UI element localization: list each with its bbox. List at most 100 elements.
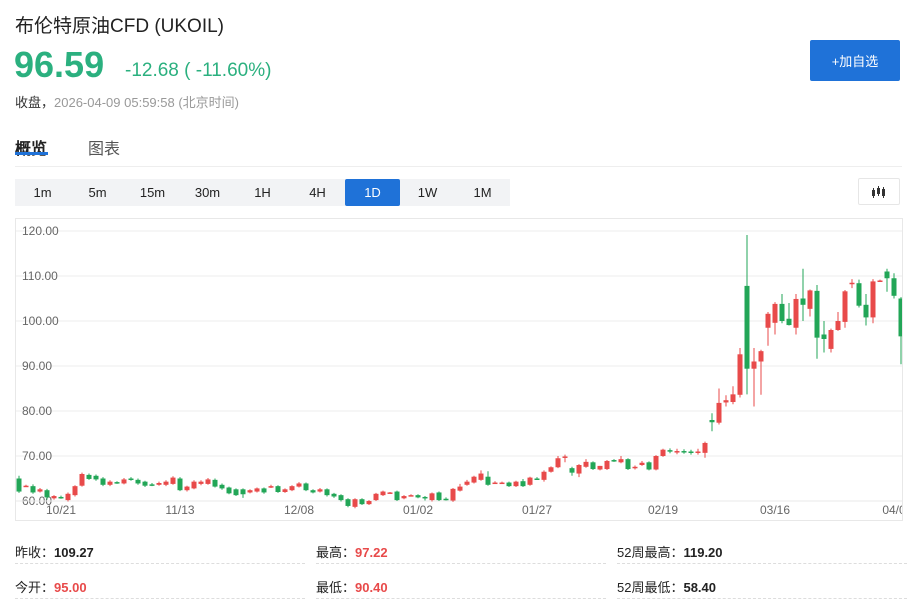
stat-label: 52周最低： — [617, 580, 684, 595]
candle-body — [331, 493, 337, 497]
stat-label: 最高： — [316, 545, 356, 560]
candle-body — [247, 490, 253, 493]
candle-body — [828, 330, 834, 349]
candle-body — [660, 449, 666, 456]
candle-body — [289, 486, 295, 491]
chart-type-button[interactable] — [858, 178, 900, 205]
candle-body — [30, 486, 36, 493]
candle-body — [821, 334, 827, 339]
candle-body — [758, 351, 764, 362]
candle-body — [317, 489, 323, 492]
candle-body — [107, 481, 113, 485]
period-4h[interactable]: 4H — [290, 179, 345, 206]
candle-body — [184, 486, 190, 491]
candle-body — [674, 451, 680, 453]
candle-body — [541, 471, 547, 480]
period-1mo[interactable]: 1M — [455, 179, 510, 206]
candle-body — [835, 321, 841, 330]
candle-body — [590, 462, 596, 470]
candle-body — [576, 465, 582, 474]
candle-body — [338, 495, 344, 501]
candle-body — [709, 420, 715, 423]
period-15m[interactable]: 15m — [125, 179, 180, 206]
candle-body — [583, 461, 589, 467]
candle-body — [807, 290, 813, 309]
candle-body — [632, 466, 638, 469]
candle-body — [100, 478, 106, 485]
candle-body — [772, 303, 778, 323]
chart-canvas: 60.0070.0080.0090.00100.00110.00120.0010… — [16, 224, 906, 517]
tab-chart[interactable]: 图表 — [88, 135, 120, 159]
period-1d[interactable]: 1D — [345, 179, 400, 206]
stat-value: 97.22 — [355, 545, 388, 560]
instrument-title: 布伦特原油CFD (UKOIL) — [15, 16, 225, 37]
candle-body — [387, 492, 393, 494]
candle-body — [415, 495, 421, 498]
candle-body — [667, 450, 673, 452]
candle-body — [884, 271, 890, 279]
candle-body — [282, 489, 288, 492]
candle-body — [793, 298, 799, 328]
candle-body — [261, 488, 267, 493]
period-1m[interactable]: 1m — [15, 179, 70, 206]
candlestick-icon — [872, 185, 885, 198]
market-status: 收盘，2026-04-09 05:59:58 (北京时间) — [15, 92, 239, 111]
candle-body — [604, 460, 610, 470]
candlestick-chart[interactable]: 60.00 70.00 80.00 90.00 100.00 110.00 120.00 10… — [15, 218, 906, 521]
candle-body — [177, 478, 183, 491]
candle-body — [863, 304, 869, 318]
candle-body — [653, 456, 659, 470]
candle-body — [268, 486, 274, 488]
x-tick-label: 03/16 — [760, 503, 790, 517]
candle-body — [898, 298, 904, 337]
x-tick-label: 01/02 — [403, 503, 433, 517]
candle-body — [310, 490, 316, 493]
period-1h[interactable]: 1H — [235, 179, 290, 206]
candle-body — [492, 482, 498, 485]
candle-body — [737, 354, 743, 395]
candle-body — [37, 489, 43, 492]
candle-body — [639, 462, 645, 465]
x-tick-label: 02/19 — [648, 503, 678, 517]
stat-open: 今开：95.00 — [15, 565, 305, 599]
candle-body — [142, 481, 148, 486]
candle-body — [51, 496, 57, 499]
candle-body — [856, 283, 862, 306]
candle-body — [324, 489, 330, 496]
period-1w[interactable]: 1W — [400, 179, 455, 206]
candle-body — [352, 499, 358, 507]
stat-low: 最低：90.40 — [316, 565, 606, 599]
candle-body — [730, 394, 736, 402]
candle-body — [870, 281, 876, 318]
candle-body — [296, 483, 302, 487]
candle-body — [275, 486, 281, 492]
candle-body — [65, 493, 71, 501]
candle-body — [191, 481, 197, 489]
stat-value: 58.40 — [683, 580, 717, 595]
candle-body — [121, 479, 127, 484]
period-5m[interactable]: 5m — [70, 179, 125, 206]
candle-body — [702, 442, 708, 453]
candle-body — [359, 499, 365, 505]
stat-label: 昨收： — [15, 545, 55, 560]
candle-body — [520, 481, 526, 487]
stat-value: 109.27 — [54, 545, 94, 560]
candle-body — [450, 488, 456, 501]
candle-body — [744, 285, 750, 369]
candle-body — [849, 282, 855, 285]
add-watchlist-button[interactable]: +加自选 — [810, 40, 900, 81]
last-price: 96.59 — [14, 44, 105, 85]
candle-body — [786, 318, 792, 326]
period-selector: 1m 5m 15m 30m 1H 4H 1D 1W 1M — [15, 179, 510, 206]
tab-overview[interactable]: 概览 — [15, 135, 47, 159]
candle-body — [800, 298, 806, 305]
x-tick-label: 11/13 — [165, 503, 194, 517]
y-tick-label: 90.00 — [22, 359, 52, 373]
stat-value: 119.20 — [683, 545, 723, 560]
candle-body — [478, 473, 484, 480]
stat-label: 最低： — [316, 580, 356, 595]
candle-body — [681, 451, 687, 453]
stat-value: 95.00 — [54, 580, 87, 595]
period-30m[interactable]: 30m — [180, 179, 235, 206]
candle-body — [114, 482, 120, 484]
